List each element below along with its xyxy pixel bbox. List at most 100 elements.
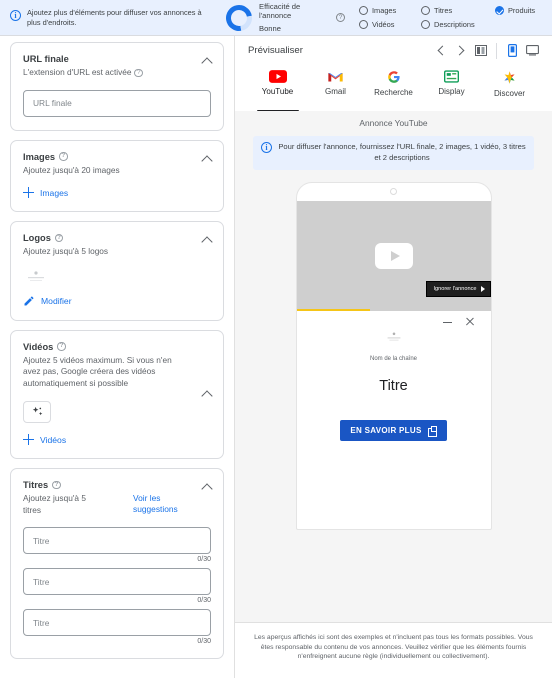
preview-content: Annonce YouTube i Pour diffuser l'annonc… (235, 111, 552, 622)
cta-button[interactable]: EN SAVOIR PLUS (340, 420, 447, 441)
help-icon[interactable]: ? (52, 480, 61, 490)
card-title-text: Logos (23, 233, 51, 243)
brand-logo-placeholder (297, 331, 491, 343)
radio-circle-icon (421, 20, 430, 29)
ad-editor-window: i Ajoutez plus d'éléments pour diffuser … (0, 0, 552, 678)
brand-logo-icon (387, 332, 400, 341)
brand-logo-icon (28, 271, 44, 281)
logo-thumbnail[interactable] (23, 270, 49, 284)
collapse-chevron-up-icon[interactable] (202, 153, 213, 164)
preview-grid-view-button[interactable] (471, 41, 491, 61)
collapse-chevron-up-icon[interactable] (202, 55, 213, 66)
titre-input-2[interactable]: Titre (23, 568, 211, 595)
see-suggestions-link[interactable]: Voir les suggestions (133, 493, 189, 515)
card-title: Titres ? (23, 480, 91, 490)
card-title-text: Vidéos (23, 341, 54, 352)
titre-field-1-wrap: Titre 0/30 (23, 527, 211, 563)
toolbar-divider (496, 42, 497, 59)
youtube-icon (268, 70, 287, 83)
checklist-item-produits[interactable]: Produits (495, 6, 535, 15)
external-link-icon (427, 425, 438, 437)
skip-ad-label: Ignorer l'annonce (433, 286, 477, 292)
checklist-item-descriptions[interactable]: Descriptions (421, 20, 491, 29)
preview-header: Prévisualiser (235, 36, 552, 65)
collapse-chevron-up-icon[interactable] (202, 388, 213, 399)
platform-tabs: YouTube Gmail Recherche Display Discover (235, 65, 552, 112)
collapse-chevron-up-icon[interactable] (202, 234, 213, 245)
tab-label: Recherche (374, 88, 413, 97)
tab-gmail[interactable]: Gmail (307, 67, 365, 111)
help-icon[interactable]: ? (59, 152, 68, 161)
info-icon: i (261, 142, 272, 153)
titre-input-3[interactable]: Titre (23, 609, 211, 636)
tab-display[interactable]: Display (423, 67, 481, 111)
preview-title: Prévisualiser (248, 45, 303, 56)
preview-desktop-view-button[interactable] (522, 41, 542, 61)
edit-logos-button[interactable]: Modifier (23, 295, 211, 307)
requirements-notice: i Pour diffuser l'annonce, fournissez l'… (253, 136, 534, 170)
titre-counter-1: 0/30 (197, 556, 211, 563)
titre-input-1[interactable]: Titre (23, 527, 211, 554)
collapse-chevron-up-icon[interactable] (202, 481, 213, 492)
help-icon[interactable]: ? (336, 13, 345, 22)
checklist-item-videos[interactable]: Vidéos (359, 20, 417, 29)
topbar-info-text: Ajoutez plus d'éléments pour diffuser vo… (27, 7, 202, 27)
card-subtitle: L'extension d'URL est activée ? (23, 67, 211, 79)
tab-discover[interactable]: Discover (481, 67, 539, 111)
preview-prev-button[interactable] (431, 41, 451, 61)
card-subtitle: Ajoutez 5 vidéos maximum. Si vous n'en a… (23, 354, 172, 388)
plus-icon (23, 434, 34, 445)
grid-columns-icon (475, 45, 487, 56)
radio-circle-icon (359, 6, 368, 15)
tab-recherche[interactable]: Recherche (365, 67, 423, 111)
help-icon[interactable]: ? (134, 68, 143, 77)
card-title: Logos ? (23, 233, 211, 243)
gmail-icon (328, 72, 343, 82)
checklist-label: Produits (508, 6, 536, 15)
discover-icon (504, 71, 515, 84)
editor-body: URL finale L'extension d'URL est activée… (0, 36, 552, 678)
card-title: URL finale (23, 54, 69, 64)
card-title: Vidéos ? (23, 342, 211, 352)
tab-youtube[interactable]: YouTube (249, 67, 307, 112)
checklist-item-images[interactable]: Images (359, 6, 417, 15)
cta-label: EN SAVOIR PLUS (350, 426, 422, 435)
edit-logos-label: Modifier (41, 295, 72, 306)
add-videos-button[interactable]: Vidéos (23, 434, 211, 445)
close-icon[interactable] (465, 317, 475, 327)
skip-ad-button[interactable]: Ignorer l'annonce (426, 281, 491, 297)
ad-strength-block: Efficacité de l'annonce Bonne ? (220, 0, 345, 36)
card-title-text: Titres (23, 480, 49, 490)
topbar-info-block: i Ajoutez plus d'éléments pour diffuser … (0, 8, 222, 28)
skip-arrow-icon (480, 286, 485, 292)
desktop-device-icon (525, 45, 539, 56)
preview-next-button[interactable] (451, 41, 471, 61)
radio-circle-icon (421, 6, 430, 15)
phone-mockup-wrap: Ignorer l'annonce Nom de la chaîne Titre… (235, 182, 552, 530)
card-titres: Titres ? Ajoutez jusqu'à 5 titres Voir l… (10, 468, 224, 659)
tab-label: Gmail (325, 87, 346, 96)
video-progress-bar (296, 308, 371, 311)
help-icon[interactable]: ? (54, 233, 64, 243)
card-subtitle-text: L'extension d'URL est activée (23, 67, 132, 77)
checklist-label: Vidéos (372, 20, 395, 29)
minimize-icon[interactable] (442, 322, 452, 324)
add-images-button[interactable]: Images (23, 187, 211, 198)
titre-field-3-wrap: Titre 0/30 (23, 609, 211, 645)
card-title-text: Images (23, 151, 56, 162)
preview-panel: Prévisualiser YouTube Gmail Recherche Di… (235, 36, 552, 678)
checklist-label: Images (372, 6, 397, 15)
ad-format-label: Annonce YouTube (359, 118, 428, 128)
help-icon[interactable]: ? (57, 342, 66, 351)
card-logos: Logos ? Ajoutez jusqu'à 5 logos Modifier (10, 221, 224, 321)
generate-video-button[interactable] (23, 401, 51, 423)
assets-panel[interactable]: URL finale L'extension d'URL est activée… (0, 36, 235, 678)
chevron-left-icon (437, 45, 448, 56)
checklist-item-titres[interactable]: Titres (421, 6, 491, 15)
card-videos: Vidéos ? Ajoutez 5 vidéos maximum. Si vo… (10, 329, 224, 459)
preview-mobile-view-button[interactable] (502, 41, 522, 61)
tab-label: Discover (493, 89, 526, 98)
ad-strength-value: Bonne (259, 23, 281, 33)
url-finale-input[interactable]: URL finale (23, 89, 211, 117)
ad-strength-label: Efficacité de l'annonce (259, 1, 301, 21)
